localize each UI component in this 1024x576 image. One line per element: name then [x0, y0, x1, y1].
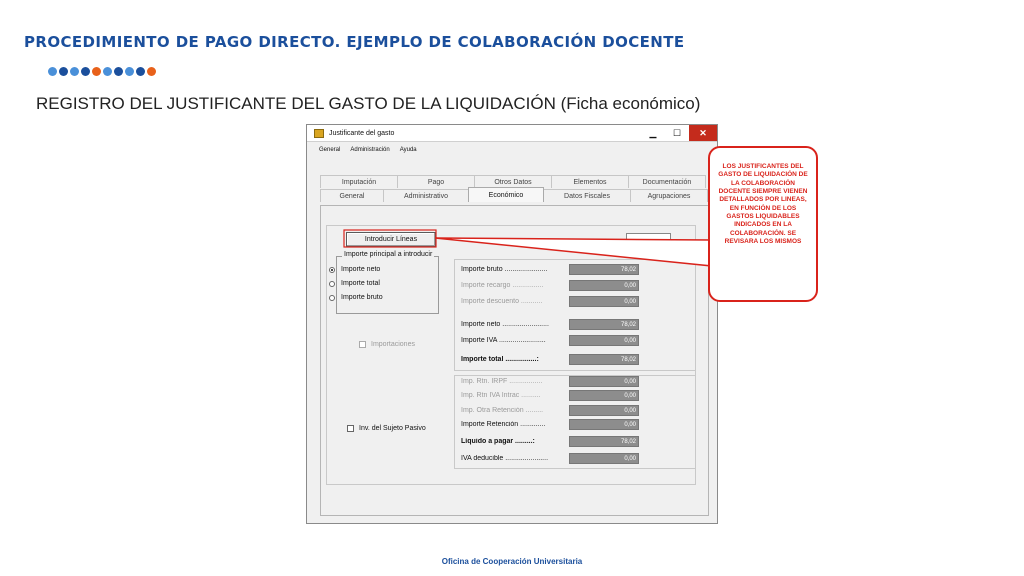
- decorative-dot: [103, 67, 112, 76]
- menu-ayuda[interactable]: Ayuda: [400, 147, 417, 153]
- app-icon: [314, 128, 324, 138]
- radio-label: Importe total: [341, 280, 380, 287]
- amounts_bottom-row: Importe Retención ............. 0,00: [461, 419, 639, 430]
- amount-value-field[interactable]: 0,00: [569, 280, 639, 291]
- amounts_top-row: Importe recargo ................ 0,00: [461, 280, 639, 291]
- introducir-lineas-button[interactable]: Introducir Líneas: [346, 232, 436, 247]
- decorative-dots: [48, 67, 156, 76]
- amounts_top-row: Importe descuento ........... 0,00: [461, 296, 639, 307]
- amount-label: IVA deducible ......................: [461, 455, 549, 462]
- radio-icon[interactable]: [329, 294, 335, 301]
- tab-documentacion[interactable]: Documentación: [628, 175, 706, 188]
- amount-value-field[interactable]: 0,00: [569, 419, 639, 430]
- decorative-dot: [70, 67, 79, 76]
- checkbox-label: Inv. del Sujeto Pasivo: [359, 425, 426, 432]
- justificante-window: Justificante del gasto ▁ ☐ ✕ General Adm…: [306, 124, 718, 524]
- radio-label: Importe bruto: [341, 294, 383, 301]
- tab-datos-fiscales[interactable]: Datos Fiscales: [543, 189, 631, 202]
- checkbox-icon[interactable]: [359, 341, 366, 348]
- callout-note: LOS JUSTIFICANTES DEL GASTO DE LIQUIDACI…: [708, 146, 818, 302]
- amount-label: Importe IVA ........................: [461, 337, 546, 344]
- amounts_bottom-row: Imp. Otra Retención ......... 0,00: [461, 405, 639, 416]
- amount-label: Importe descuento ...........: [461, 298, 543, 305]
- tab-agrupaciones[interactable]: Agrupaciones: [630, 189, 708, 202]
- tab-imputacion[interactable]: Imputación: [320, 175, 398, 188]
- radio-importe-neto[interactable]: Importe neto: [329, 266, 380, 273]
- amount-label: Imp. Rtn. IRPF .................: [461, 378, 543, 385]
- importaciones-checkbox[interactable]: Importaciones: [359, 341, 415, 348]
- amount-value-field[interactable]: 78,02: [569, 264, 639, 275]
- amount-value-field[interactable]: 78,02: [569, 436, 639, 447]
- amount-value-field[interactable]: 0,00: [569, 390, 639, 401]
- amount-value-field[interactable]: 78,02: [569, 319, 639, 330]
- group-legend: Importe principal a introducir: [342, 251, 435, 258]
- amounts_bottom-row: Imp. Rtn. IRPF ................. 0,00: [461, 376, 639, 387]
- decorative-dot: [92, 67, 101, 76]
- checkbox-icon[interactable]: [347, 425, 354, 432]
- radio-label: Importe neto: [341, 266, 381, 273]
- amounts_top-row: Importe neto ........................ 78,…: [461, 319, 639, 330]
- tab-administrativo[interactable]: Administrativo: [383, 189, 469, 202]
- menubar: General Administración Ayuda: [307, 142, 717, 157]
- amounts_bottom-row: Líquido a pagar .........: 78,02: [461, 436, 639, 447]
- close-button[interactable]: ✕: [689, 125, 717, 141]
- amounts_top-row: Importe IVA ........................ 0,00: [461, 335, 639, 346]
- slide-heading: PROCEDIMIENTO DE PAGO DIRECTO. EJEMPLO D…: [24, 33, 685, 51]
- amount-value-field[interactable]: 0,00: [569, 405, 639, 416]
- tabs-front-row: General Administrativo Económico Datos F…: [320, 187, 708, 202]
- amount-label: Importe Retención .............: [461, 421, 546, 428]
- tab-elementos[interactable]: Elementos: [551, 175, 629, 188]
- radio-icon[interactable]: [329, 280, 335, 287]
- amount-value-field[interactable]: 78,02: [569, 354, 639, 365]
- amount-label: Importe bruto ......................: [461, 266, 548, 273]
- slide-subtitle: REGISTRO DEL JUSTIFICANTE DEL GASTO DE L…: [36, 94, 701, 113]
- checkbox-label: Importaciones: [371, 341, 415, 348]
- decorative-dot: [114, 67, 123, 76]
- amount-value-field[interactable]: 0,00: [569, 376, 639, 387]
- amounts_bottom-row: IVA deducible ...................... 0,00: [461, 453, 639, 464]
- amount-value-field[interactable]: 0,00: [569, 335, 639, 346]
- amount-label: Importe total ................:: [461, 356, 539, 363]
- radio-icon[interactable]: [329, 266, 335, 273]
- window-titlebar[interactable]: Justificante del gasto ▁ ☐ ✕: [307, 125, 717, 142]
- amount-label: Importe neto ........................: [461, 321, 549, 328]
- tab-pago[interactable]: Pago: [397, 175, 475, 188]
- decorative-dot: [125, 67, 134, 76]
- decorative-dot: [81, 67, 90, 76]
- menu-general[interactable]: General: [319, 147, 340, 153]
- radio-importe-total[interactable]: Importe total: [329, 280, 380, 287]
- tab-economico[interactable]: Económico: [468, 187, 544, 202]
- minimize-button[interactable]: ▁: [641, 125, 665, 141]
- amount-label: Líquido a pagar .........:: [461, 438, 535, 445]
- amount-label: Importe recargo ................: [461, 282, 544, 289]
- tab-general[interactable]: General: [320, 189, 384, 202]
- radio-importe-bruto[interactable]: Importe bruto: [329, 294, 383, 301]
- amounts_bottom-row: Imp. Rtn IVA Intrac .......... 0,00: [461, 390, 639, 401]
- maximize-button[interactable]: ☐: [665, 125, 689, 141]
- menu-administracion[interactable]: Administración: [350, 147, 389, 153]
- decorative-dot: [48, 67, 57, 76]
- decorative-dot: [59, 67, 68, 76]
- amounts_top-row: Importe total ................: 78,02: [461, 354, 639, 365]
- decorative-dot: [147, 67, 156, 76]
- amount-value-field[interactable]: 0,00: [569, 453, 639, 464]
- amount-label: Imp. Otra Retención .........: [461, 407, 544, 414]
- window-title: Justificante del gasto: [329, 129, 395, 137]
- sujeto-pasivo-checkbox[interactable]: Inv. del Sujeto Pasivo: [347, 425, 426, 432]
- amounts_top-row: Importe bruto ...................... 78,0…: [461, 264, 639, 275]
- amount-label: Imp. Rtn IVA Intrac ..........: [461, 392, 541, 399]
- aux-field[interactable]: [626, 233, 671, 243]
- decorative-dot: [136, 67, 145, 76]
- slide-footer: Oficina de Cooperación Universitaria: [441, 557, 583, 566]
- amount-value-field[interactable]: 0,00: [569, 296, 639, 307]
